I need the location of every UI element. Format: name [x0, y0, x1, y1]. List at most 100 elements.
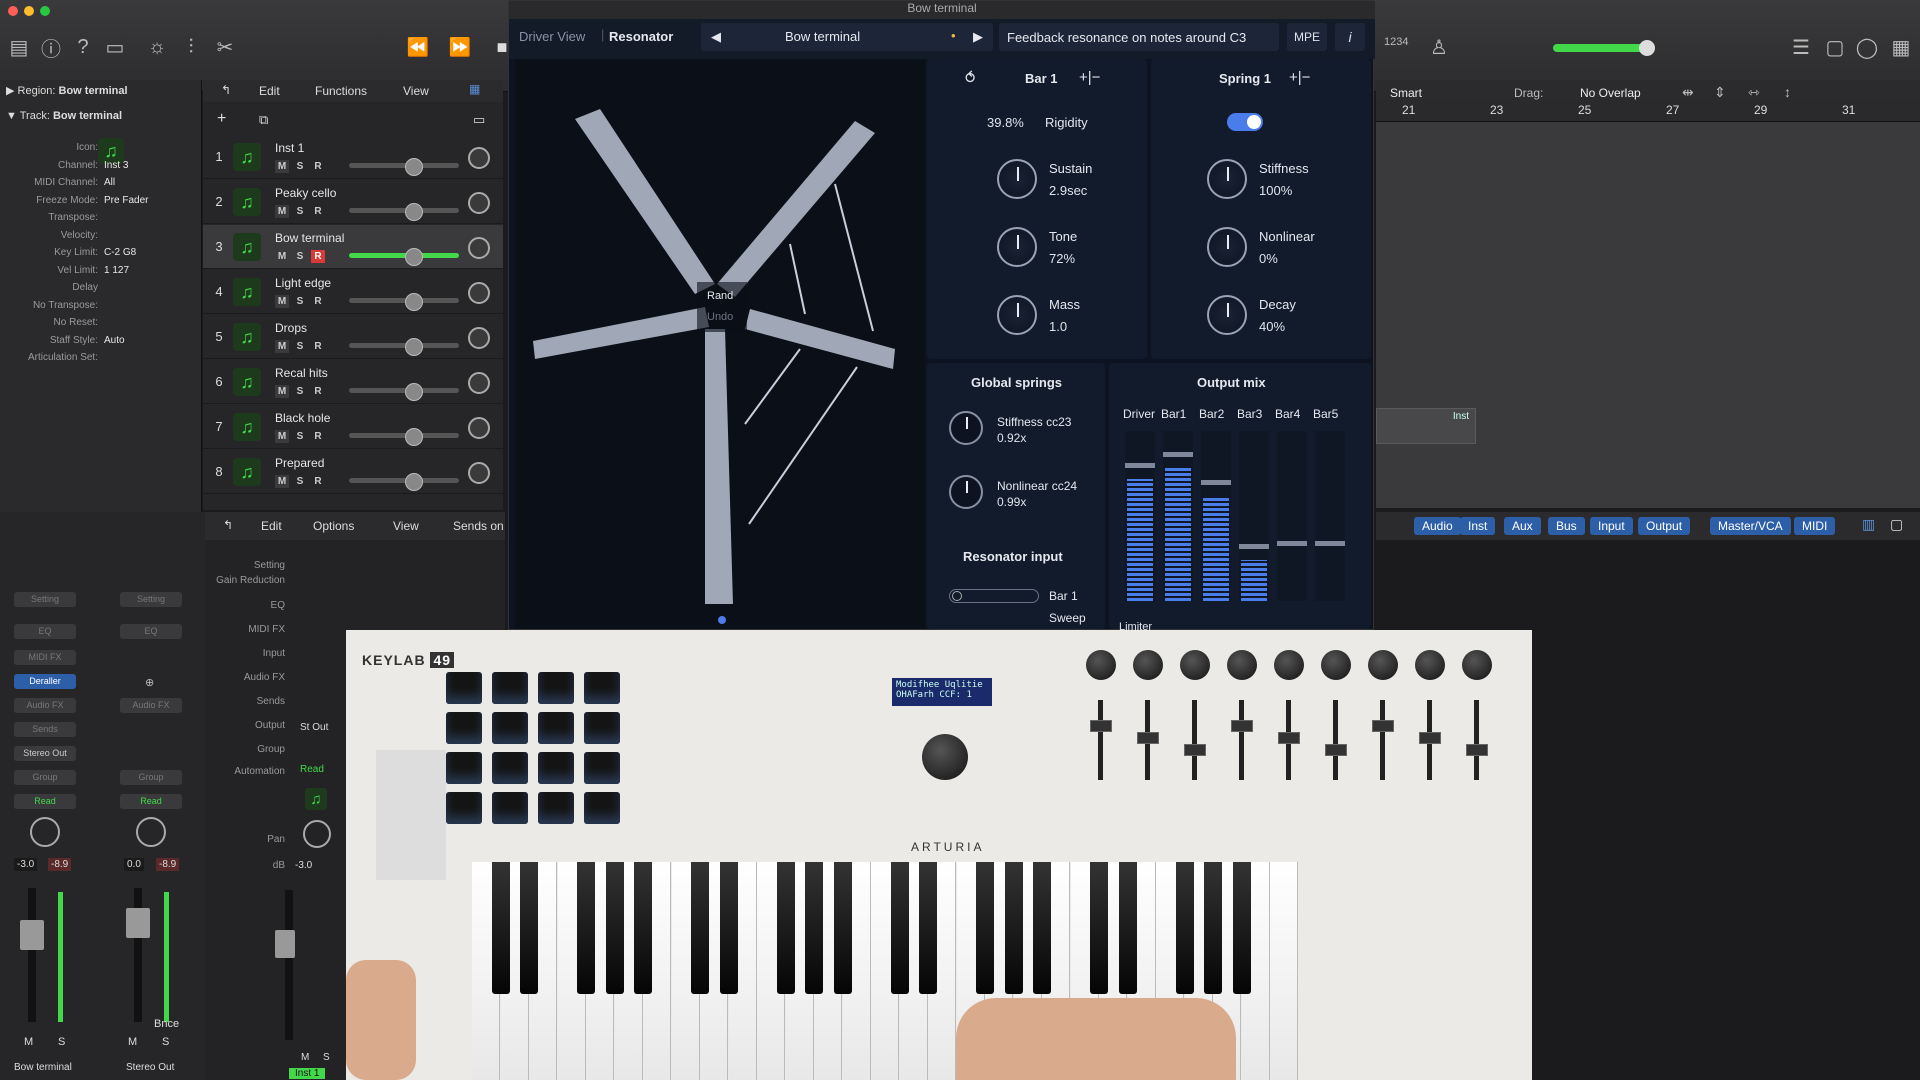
volume-slider-handle[interactable] [405, 203, 423, 221]
editors-scissors-icon[interactable]: ✂ [210, 32, 240, 62]
single-view-icon[interactable]: ▥ [1862, 516, 1875, 533]
volume-slider-handle[interactable] [405, 428, 423, 446]
mute-button[interactable]: M [275, 340, 289, 353]
mix-meter[interactable] [1163, 431, 1193, 601]
track-name[interactable]: Recal hits [275, 366, 328, 380]
fader-cap[interactable] [20, 920, 44, 950]
mute-button[interactable]: M [128, 1036, 137, 1048]
duplicate-track-icon[interactable]: ⧉ [259, 112, 268, 128]
drag-mode-menu[interactable]: No Overlap [1580, 86, 1641, 100]
volume-slider[interactable] [349, 208, 459, 213]
mixer-tab-master-vca[interactable]: Master/VCA [1710, 517, 1791, 535]
resonator-bars-graphic[interactable]: Rand Undo [515, 59, 925, 629]
rewind-button[interactable]: ⏪ [400, 32, 436, 62]
mixer-tab-aux[interactable]: Aux [1504, 517, 1541, 535]
mass-knob[interactable] [997, 295, 1037, 335]
group-slot[interactable]: Group [14, 770, 76, 785]
track-header[interactable]: ▼ Track: Bow terminal [6, 110, 122, 122]
mute-button[interactable]: M [275, 385, 289, 398]
volume-slider[interactable] [349, 478, 459, 483]
pan-knob[interactable] [468, 462, 490, 484]
mixer-options-menu[interactable]: Options [313, 519, 354, 533]
help-icon[interactable]: ? [68, 32, 98, 62]
track-instrument-icon[interactable]: ♫ [233, 233, 261, 261]
volume-slider[interactable] [349, 388, 459, 393]
track-name[interactable]: Prepared [275, 456, 324, 470]
zoom-horizontal-icon[interactable]: ⇹ [1682, 84, 1694, 101]
channel-fader[interactable] [285, 890, 293, 1040]
functions-menu[interactable]: Functions [315, 84, 367, 98]
zoom-window-button[interactable] [40, 6, 50, 16]
solo-button[interactable]: S [293, 250, 307, 263]
waveform-zoom-icon[interactable]: ↕ [1784, 84, 1791, 100]
track-name[interactable]: Light edge [275, 276, 331, 290]
inspector-value[interactable]: C-2 G8 [104, 247, 136, 258]
mute-button[interactable]: M [275, 160, 289, 173]
nonlinear-cc-knob[interactable] [949, 475, 983, 509]
pan-knob[interactable] [468, 417, 490, 439]
record-enable-button[interactable]: R [311, 160, 325, 173]
mixer-edit-menu[interactable]: Edit [261, 519, 282, 533]
tone-knob[interactable] [997, 227, 1037, 267]
volume-slider[interactable] [349, 343, 459, 348]
eq-button[interactable]: EQ [14, 624, 76, 639]
channel-name[interactable]: Bow terminal [14, 1062, 72, 1073]
inspector-row[interactable]: MIDI Channel: All [0, 177, 200, 194]
fit-icon[interactable]: ⇿ [1748, 84, 1760, 101]
track-header[interactable]: 5 ♫ Drops M S R [203, 315, 503, 359]
next-preset-icon[interactable]: ▶ [973, 29, 983, 45]
record-enable-button[interactable]: R [311, 250, 325, 263]
track-header[interactable]: 4 ♫ Light edge M S R [203, 270, 503, 314]
audio-fx-slot[interactable]: Audio FX [14, 698, 76, 713]
bounce-button[interactable]: Bnce [154, 1018, 179, 1030]
mix-fader-cap[interactable] [1315, 541, 1345, 546]
solo-button[interactable]: S [293, 475, 307, 488]
volume-slider-handle[interactable] [405, 248, 423, 266]
all-view-icon[interactable]: ▢ [1890, 516, 1903, 533]
browser-icon[interactable]: ▦ [1886, 32, 1916, 62]
track-name[interactable]: Inst 1 [275, 141, 304, 155]
volume-slider[interactable] [349, 433, 459, 438]
pan-knob[interactable] [468, 147, 490, 169]
info-button[interactable]: i [1335, 23, 1365, 51]
lcd-display[interactable]: 1234 [1384, 36, 1408, 48]
volume-slider-handle[interactable] [405, 338, 423, 356]
bar-add-remove-button[interactable]: +|− [1079, 69, 1100, 86]
pan-knob[interactable] [468, 372, 490, 394]
mix-fader-cap[interactable] [1201, 479, 1231, 485]
mute-button[interactable]: M [275, 295, 289, 308]
midi-region[interactable]: Inst [1376, 408, 1476, 444]
mixer-tab-output[interactable]: Output [1638, 517, 1691, 535]
minimize-window-button[interactable] [24, 6, 34, 16]
volume-slider-handle[interactable] [405, 158, 423, 176]
inspector-row[interactable]: No Transpose: [0, 300, 200, 317]
solo-button[interactable]: S [293, 160, 307, 173]
automation-value[interactable]: Read [300, 764, 324, 775]
inspector-row[interactable]: Articulation Set: [0, 352, 200, 369]
fader-cap[interactable] [126, 908, 150, 938]
forward-button[interactable]: ⏩ [442, 32, 478, 62]
smart-snap-menu[interactable]: Smart [1390, 86, 1422, 100]
inspector-row[interactable]: Key Limit: C-2 G8 [0, 247, 200, 264]
mute-button[interactable]: M [24, 1036, 33, 1048]
track-header[interactable]: 3 ♫ Bow terminal M S R [203, 225, 503, 269]
record-enable-button[interactable]: R [311, 340, 325, 353]
pan-knob[interactable] [468, 237, 490, 259]
link-icon[interactable]: ⊕ [145, 676, 154, 689]
inspector-value[interactable]: Pre Fader [104, 195, 148, 206]
fader-cap[interactable] [275, 930, 295, 958]
output-slot[interactable]: Stereo Out [14, 746, 76, 761]
stiffness-knob[interactable] [1207, 159, 1247, 199]
record-enable-button[interactable]: R [311, 205, 325, 218]
smart-controls-icon[interactable]: ☼ [142, 32, 172, 62]
mix-meter[interactable] [1201, 431, 1231, 601]
bar-lock-icon[interactable]: ⥀ [965, 69, 975, 87]
group-slot[interactable]: Group [120, 770, 182, 785]
mute-button[interactable]: M [275, 205, 289, 218]
close-window-button[interactable] [8, 6, 18, 16]
mixer-tab-midi[interactable]: MIDI [1794, 517, 1836, 535]
track-header[interactable]: 6 ♫ Recal hits M S R [203, 360, 503, 404]
inspector-value[interactable]: Auto [104, 335, 125, 346]
nonlinear-knob[interactable] [1207, 227, 1247, 267]
mix-meter[interactable] [1125, 431, 1155, 601]
